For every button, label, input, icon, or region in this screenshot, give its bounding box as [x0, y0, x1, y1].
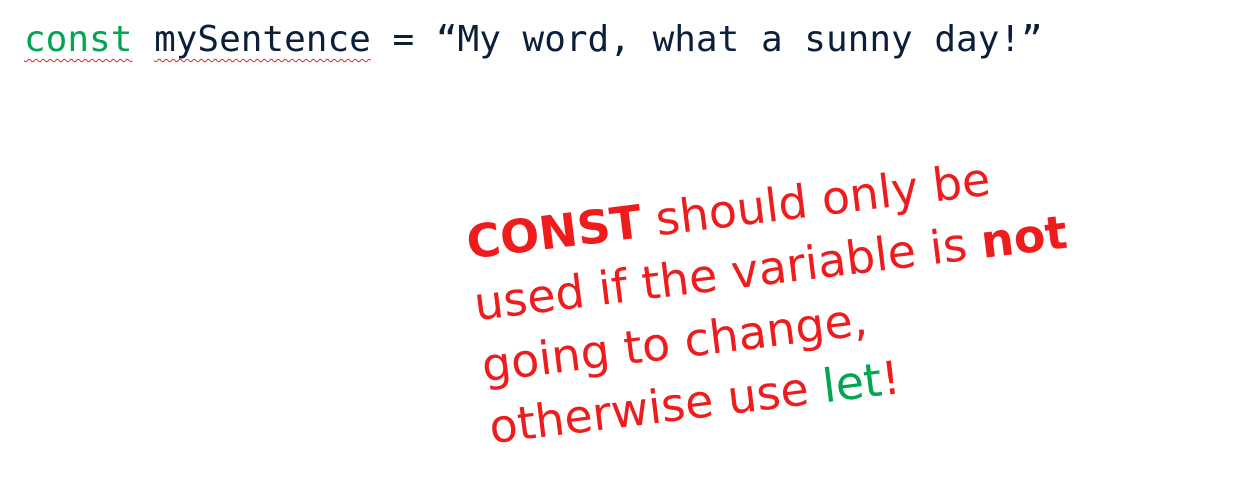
- variable-name: mySentence: [154, 19, 371, 60]
- const-note: CONST should only be used if the variabl…: [463, 134, 1128, 458]
- assignment-operator: =: [370, 19, 436, 60]
- slide: { "code": { "keyword": "const", "space1"…: [0, 0, 1244, 491]
- let-keyword: let: [819, 352, 885, 414]
- const-keyword: const: [24, 19, 133, 60]
- code-line: const mySentence = “My word, what a sunn…: [24, 14, 1043, 66]
- string-literal: “My word, what a sunny day!”: [435, 19, 1043, 60]
- not-emphasis: not: [977, 204, 1071, 269]
